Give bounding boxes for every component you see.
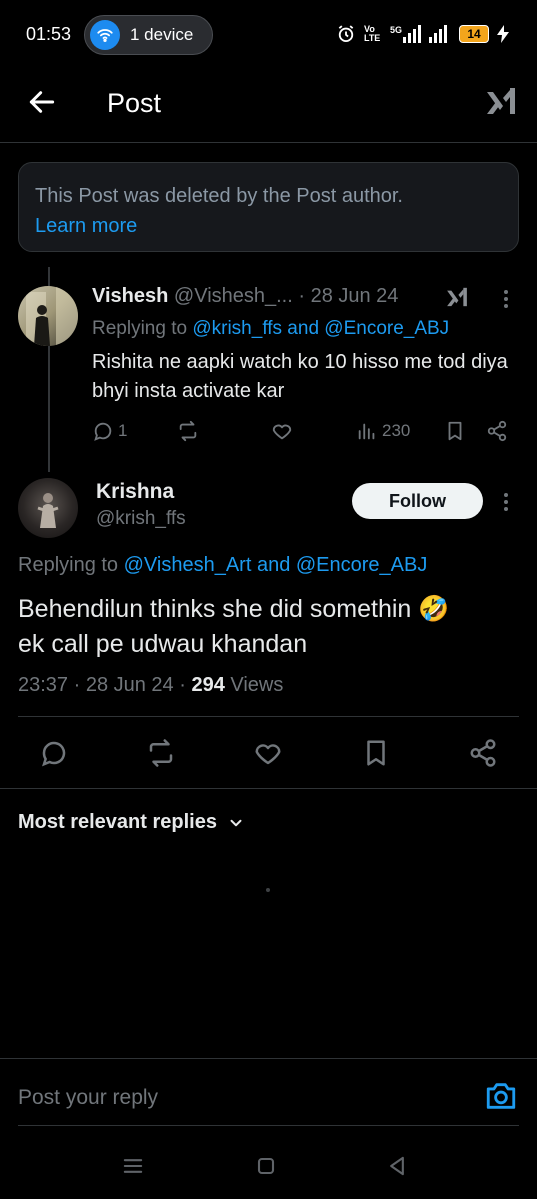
camera-button[interactable] [484, 1079, 518, 1113]
meta-divider [18, 716, 519, 717]
more-vertical-icon [504, 493, 508, 511]
heart-icon [255, 744, 281, 765]
author-name[interactable]: Vishesh [92, 285, 168, 307]
camera-icon [486, 1083, 516, 1109]
bookmark-button[interactable] [361, 738, 391, 768]
signal-bars-2-icon [429, 25, 447, 43]
tweet-body: Behendilun thinks she did somethin 🤣 ek … [18, 592, 518, 662]
replying-to-users[interactable]: @Vishesh_Art and @Encore_ABJ [124, 554, 428, 576]
reply-button[interactable]: 1 [92, 420, 127, 442]
author-name[interactable]: Krishna [96, 480, 174, 504]
menu-icon [123, 1159, 143, 1173]
avatar-image [26, 286, 78, 346]
back-button[interactable] [26, 86, 58, 118]
share-icon [487, 420, 507, 442]
home-square-icon [257, 1157, 275, 1175]
connected-devices-pill[interactable]: 1 device [84, 15, 213, 55]
replying-to-users[interactable]: @krish_ffs and @Encore_ABJ [192, 318, 449, 339]
tweet-timestamp: 23:37 · 28 Jun 24 · [18, 674, 192, 696]
page-title: Post [107, 88, 162, 118]
comment-icon [94, 422, 112, 441]
replying-to-line: Replying to @Vishesh_Art and @Encore_ABJ [18, 552, 427, 578]
tweet-time: · 28 Jun 24 [298, 285, 399, 307]
follow-button[interactable]: Follow [352, 483, 483, 519]
xai-grok-icon [447, 287, 467, 307]
replying-prefix: Replying to [18, 554, 119, 576]
author-handle[interactable]: @krish_ffs [96, 508, 186, 530]
views-count: 294 [191, 674, 225, 696]
bookmark-icon [367, 740, 385, 766]
tweet-body-line: ek call pe udwau khandan [18, 630, 308, 658]
grok-button[interactable] [484, 84, 518, 118]
replies-sort-dropdown[interactable]: Most relevant replies [18, 811, 245, 834]
wifi-share-icon [90, 20, 120, 50]
tweet-meta: 23:37 · 28 Jun 24 · 294 Views [18, 672, 283, 698]
bookmark-button[interactable] [444, 420, 466, 442]
loading-indicator [266, 888, 270, 892]
views-button[interactable]: 230 [356, 420, 410, 442]
share-icon [470, 739, 496, 767]
alarm-icon [338, 25, 354, 42]
views-label: Views [224, 674, 284, 696]
sort-label: Most relevant replies [18, 811, 217, 833]
status-time: 01:53 [26, 24, 72, 44]
grok-explain-button[interactable] [445, 285, 469, 309]
status-icons: Vo LTE 5G 14 [336, 22, 509, 46]
reply-input[interactable] [18, 1080, 468, 1116]
more-options-button[interactable] [499, 490, 513, 514]
repost-button[interactable] [177, 420, 199, 442]
triangle-back-icon [390, 1156, 404, 1176]
volte-indicator: Vo LTE [363, 24, 381, 43]
bookmark-icon [448, 421, 462, 441]
replying-to-line: Replying to @krish_ffs and @Encore_ABJ [92, 316, 449, 342]
heart-icon [272, 424, 292, 440]
deleted-post-notice: This Post was deleted by the Post author… [18, 162, 519, 252]
repost-icon [179, 420, 197, 442]
home-button[interactable] [252, 1152, 280, 1180]
xai-grok-icon [487, 88, 515, 114]
analytics-icon [358, 423, 375, 440]
reply-count: 1 [118, 421, 128, 440]
views-count: 230 [382, 421, 411, 440]
arrow-left-icon [29, 91, 55, 113]
avatar[interactable] [18, 286, 78, 346]
device-count: 1 device [130, 25, 194, 44]
replying-prefix: Replying to [92, 318, 188, 339]
network-type: 5G [390, 25, 421, 43]
composer-divider [0, 1058, 537, 1059]
more-vertical-icon [504, 290, 508, 308]
repost-icon [149, 739, 173, 767]
reply-tweet-header: Vishesh @Vishesh_... · 28 Jun 24 [92, 283, 398, 309]
chevron-down-icon [230, 819, 242, 826]
recent-apps-button[interactable] [119, 1152, 147, 1180]
author-handle[interactable]: @Vishesh_... [174, 285, 293, 307]
composer-underline [18, 1125, 519, 1126]
battery-indicator: 14 [459, 25, 489, 43]
share-button[interactable] [486, 420, 508, 442]
charging-icon [497, 25, 509, 43]
back-nav-button[interactable] [383, 1152, 411, 1180]
reply-button[interactable] [39, 738, 69, 768]
tweet-body: Rishita ne aapki watch ko 10 hisso me to… [92, 351, 508, 402]
like-button[interactable] [253, 738, 283, 768]
signal-bars-icon [403, 25, 421, 43]
learn-more-link[interactable]: Learn more [35, 211, 502, 241]
tweet-body-line: Behendilun thinks she did somethin 🤣 [18, 595, 450, 623]
share-button[interactable] [468, 738, 498, 768]
deleted-notice-text: This Post was deleted by the Post author… [35, 185, 403, 207]
comment-icon [42, 741, 66, 767]
avatar-image [37, 493, 59, 528]
actions-divider [0, 788, 537, 789]
more-options-button[interactable] [499, 287, 513, 311]
header-divider [0, 142, 537, 143]
like-button[interactable] [271, 420, 293, 442]
avatar[interactable] [18, 478, 78, 538]
repost-button[interactable] [146, 738, 176, 768]
